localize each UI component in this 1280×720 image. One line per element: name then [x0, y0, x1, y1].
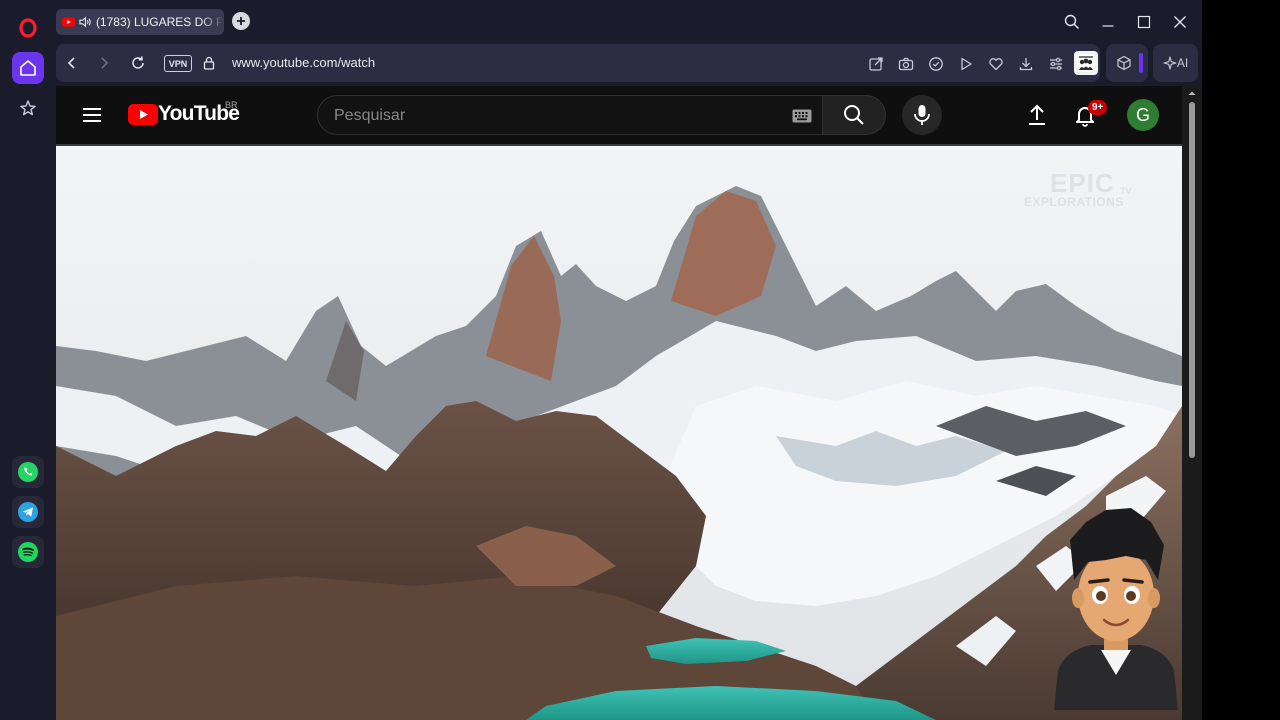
sidebar-item-telegram[interactable]: [12, 496, 44, 528]
hamburger-icon: [83, 108, 101, 122]
notifications-badge: 9+: [1088, 100, 1108, 115]
address-bar: VPN www.youtube.com/watch: [56, 44, 1100, 82]
aria-ai-button[interactable]: AI: [1153, 44, 1198, 82]
youtube-logo-icon: [128, 104, 158, 125]
search-box: [317, 95, 823, 135]
desktop-background: [1202, 0, 1280, 720]
tab-fade: [200, 9, 224, 35]
tab-strip: (1783) LUGARES DO P: [56, 0, 1202, 42]
ai-label: AI: [1176, 56, 1189, 70]
avatar[interactable]: G: [1127, 99, 1159, 131]
profile-avatar-icon: [1077, 54, 1095, 72]
player-button[interactable]: [955, 53, 977, 75]
heart-icon: [989, 58, 1003, 71]
downloads-button[interactable]: [1015, 53, 1037, 75]
scroll-up-arrow-icon[interactable]: [1182, 88, 1202, 98]
browser-window: (1783) LUGARES DO P VPN www.youtube.com/…: [0, 0, 1202, 720]
upload-button[interactable]: [1025, 103, 1049, 127]
voice-search-button[interactable]: [902, 95, 942, 135]
profile-button[interactable]: [1074, 51, 1098, 75]
sliders-icon: [1050, 57, 1062, 71]
play-icon: [961, 57, 972, 71]
opera-menu-button[interactable]: [12, 12, 44, 44]
keyboard-icon[interactable]: [792, 109, 812, 123]
youtube-favicon-icon: [62, 17, 75, 27]
web-content: YouTube BR Pesquisar 9+ G EPIC TV EXPLOR…: [56, 86, 1202, 720]
upload-icon: [1029, 104, 1045, 125]
extensions-area: [1106, 44, 1148, 82]
star-icon: [20, 100, 36, 116]
extension-indicator: [1139, 53, 1143, 73]
shield-check-icon: [929, 57, 943, 71]
back-button[interactable]: [60, 51, 84, 75]
sidebar-item-pinboards[interactable]: [12, 92, 44, 124]
tab-youtube[interactable]: (1783) LUGARES DO P: [56, 9, 224, 35]
camera-icon: [898, 57, 914, 71]
minimize-button[interactable]: [1096, 10, 1120, 34]
snapshot-button[interactable]: [895, 53, 917, 75]
sidebar-item-spotify[interactable]: [12, 536, 44, 568]
youtube-header: YouTube BR Pesquisar 9+ G: [56, 86, 1182, 144]
extensions-button[interactable]: [1113, 52, 1135, 74]
opera-logo-icon: [19, 18, 37, 38]
telegram-icon: [18, 502, 38, 522]
reload-icon: [132, 56, 144, 69]
cartoon-avatar-image: [1054, 508, 1178, 710]
sidebar-item-whatsapp[interactable]: [12, 456, 44, 488]
download-icon: [1019, 58, 1033, 71]
close-button[interactable]: [1168, 10, 1192, 34]
chevron-right-icon: [101, 57, 109, 69]
guide-menu-button[interactable]: [80, 103, 104, 127]
search-input[interactable]: [334, 105, 774, 127]
sidebar: [0, 0, 56, 720]
speaker-icon[interactable]: [79, 16, 92, 28]
lock-icon: [203, 56, 215, 70]
reload-button[interactable]: [126, 51, 150, 75]
search-tabs-button[interactable]: [1060, 10, 1084, 34]
watermark-subtitle: EXPLORATIONS: [1024, 195, 1124, 209]
page-scrollbar[interactable]: [1182, 86, 1202, 720]
video-player[interactable]: EPIC TV EXPLORATIONS: [56, 146, 1182, 720]
sparkle-icon: [1163, 56, 1177, 70]
video-frame: [56, 146, 1182, 720]
cube-icon: [1117, 55, 1131, 71]
url-field[interactable]: www.youtube.com/watch: [232, 55, 375, 70]
close-icon: [1174, 16, 1186, 28]
site-info-button[interactable]: [197, 51, 221, 75]
sidebar-item-home[interactable]: [12, 52, 44, 84]
minimize-icon: [1102, 25, 1114, 27]
share-button[interactable]: [865, 53, 887, 75]
vpn-badge[interactable]: VPN: [164, 55, 192, 72]
search-icon: [1064, 14, 1079, 29]
forward-button[interactable]: [92, 51, 116, 75]
bookmark-button[interactable]: [985, 53, 1007, 75]
whatsapp-icon: [18, 462, 38, 482]
plus-icon: [237, 17, 245, 25]
microphone-icon: [914, 105, 930, 125]
share-icon: [869, 57, 883, 71]
country-code: BR: [225, 100, 238, 110]
maximize-icon: [1137, 15, 1151, 29]
spotify-icon: [18, 542, 38, 562]
search-icon: [844, 105, 864, 125]
adblock-button[interactable]: [925, 53, 947, 75]
chevron-left-icon: [67, 57, 75, 69]
search-button[interactable]: [822, 95, 886, 135]
new-tab-button[interactable]: [232, 12, 250, 30]
maximize-button[interactable]: [1132, 10, 1156, 34]
easy-setup-button[interactable]: [1045, 53, 1067, 75]
scroll-thumb[interactable]: [1189, 102, 1195, 458]
home-icon: [20, 60, 36, 76]
